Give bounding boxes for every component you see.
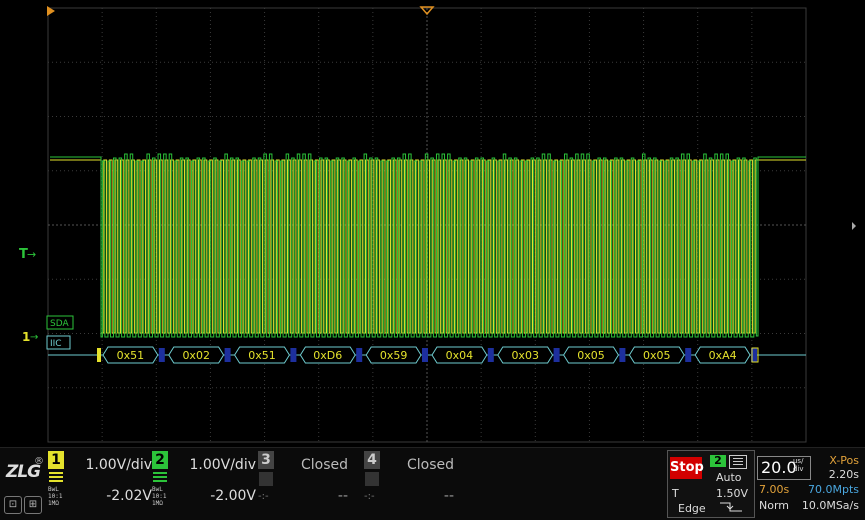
channel-4-number: 4 [364, 451, 380, 469]
decoded-byte: 0x05 [577, 349, 605, 362]
xpos-value[interactable]: 2.20s [829, 468, 859, 481]
channel-1-meta: BwL 10:1 1MΩ [48, 486, 63, 507]
channel-3-offset: -- [337, 488, 348, 504]
waveform-display[interactable]: 0x51 0x02 0x51 0xD6 0x59 0x04 0x03 0x05 0x05 0xA4… [0, 0, 865, 447]
ack-marker [422, 348, 428, 362]
run-stop-button[interactable]: Stop [670, 457, 704, 479]
memory-depth: 70.0Mpts [807, 483, 859, 496]
brand-logo: ZLG ® ⊡ ⊞ [4, 454, 44, 514]
channel-2-meta: BwL 10:1 1MΩ [152, 486, 167, 507]
ack-marker [158, 348, 165, 362]
decoded-byte: 0x51 [117, 349, 145, 362]
channel-2-coupling-icon [153, 472, 167, 482]
trigger-mode[interactable]: Auto [716, 471, 742, 484]
channel-3-meta: -:- [258, 491, 269, 502]
decoded-byte: 0x04 [446, 349, 474, 362]
xpos-label: X-Pos [829, 454, 859, 467]
ch2-trace [50, 153, 806, 338]
timebase-panel[interactable]: 20.0 us/div X-Pos 2.20s 7.00s 70.0Mpts N… [755, 450, 863, 516]
channel-4-panel[interactable]: 4 -:- Closed -- [364, 451, 468, 517]
channel-3-status[interactable]: Closed [301, 457, 348, 473]
oscilloscope-screen: 0x51 0x02 0x51 0xD6 0x59 0x04 0x03 0x05 0x05 0xA4… [0, 0, 865, 520]
acquisition-mode: Norm [759, 499, 790, 512]
ack-marker [619, 348, 626, 362]
delay-value: 7.00s [759, 483, 790, 496]
channel-4-coupling-icon [365, 472, 379, 486]
waveform-traces [50, 153, 806, 338]
trigger-type[interactable]: Edge [678, 502, 706, 515]
decoded-byte: 0x59 [380, 349, 408, 362]
ack-marker [487, 348, 494, 362]
decoded-byte: 0xD6 [313, 349, 342, 362]
usb-icon[interactable]: ⊞ [24, 496, 42, 514]
ack-marker [553, 348, 560, 362]
falling-edge-icon [720, 502, 742, 512]
iic-label: IIC [50, 339, 62, 349]
decoded-byte: 0x51 [248, 349, 276, 362]
channel-2-offset[interactable]: -2.00V [210, 488, 256, 504]
timebase-unit: us/div [793, 457, 804, 473]
channel-3-number: 3 [258, 451, 274, 469]
trigger-level-value[interactable]: 1.50V [716, 487, 748, 500]
trigger-level-label: T [672, 487, 679, 500]
ack-marker [685, 348, 692, 362]
channel-4-offset: -- [443, 488, 454, 504]
start-marker [97, 348, 101, 362]
channel-1-panel[interactable]: 1 BwL 10:1 1MΩ 1.00V/div -2.02V [48, 451, 152, 517]
trigger-menu-icon[interactable] [729, 455, 747, 469]
decoded-byte: 0x02 [182, 349, 210, 362]
decoded-byte: 0x03 [511, 349, 539, 362]
channel-1-number: 1 [48, 451, 64, 469]
channel-2-volts-per-div[interactable]: 1.00V/div [189, 457, 256, 473]
channel-1-volts-per-div[interactable]: 1.00V/div [85, 457, 152, 473]
decoded-byte: 0xA4 [709, 349, 737, 362]
channel-2-number: 2 [152, 451, 168, 469]
decoded-byte: 0x05 [643, 349, 671, 362]
trigger-arrow-icon: → [27, 248, 36, 261]
channel-2-panel[interactable]: 2 BwL 10:1 1MΩ 1.00V/div -2.00V [152, 451, 256, 517]
channel-1-coupling-icon [49, 472, 63, 482]
trigger-source-badge[interactable]: 2 [710, 455, 726, 467]
ch2-arrow-icon: → [30, 332, 38, 343]
channel-3-panel[interactable]: 3 -:- Closed -- [258, 451, 362, 517]
channel-1-offset[interactable]: -2.02V [106, 488, 152, 504]
sample-rate: 10.0MSa/s [801, 499, 859, 512]
status-bar: ZLG ® ⊡ ⊞ 1 BwL 10:1 1MΩ 1.00V/div -2.02V … [0, 447, 865, 520]
ack-marker [356, 348, 363, 362]
channel-4-meta: -:- [364, 491, 375, 502]
sda-label: SDA [50, 319, 69, 329]
channel-3-coupling-icon [259, 472, 273, 486]
registered-mark: ® [34, 456, 44, 467]
right-scroll-arrow-icon [852, 222, 856, 230]
run-trigger-panel[interactable]: Stop 2 Auto T 1.50V Edge [667, 450, 755, 518]
ack-marker [224, 348, 231, 362]
channel-4-status[interactable]: Closed [407, 457, 454, 473]
disk-icon[interactable]: ⊡ [4, 496, 22, 514]
ack-marker [290, 348, 297, 362]
